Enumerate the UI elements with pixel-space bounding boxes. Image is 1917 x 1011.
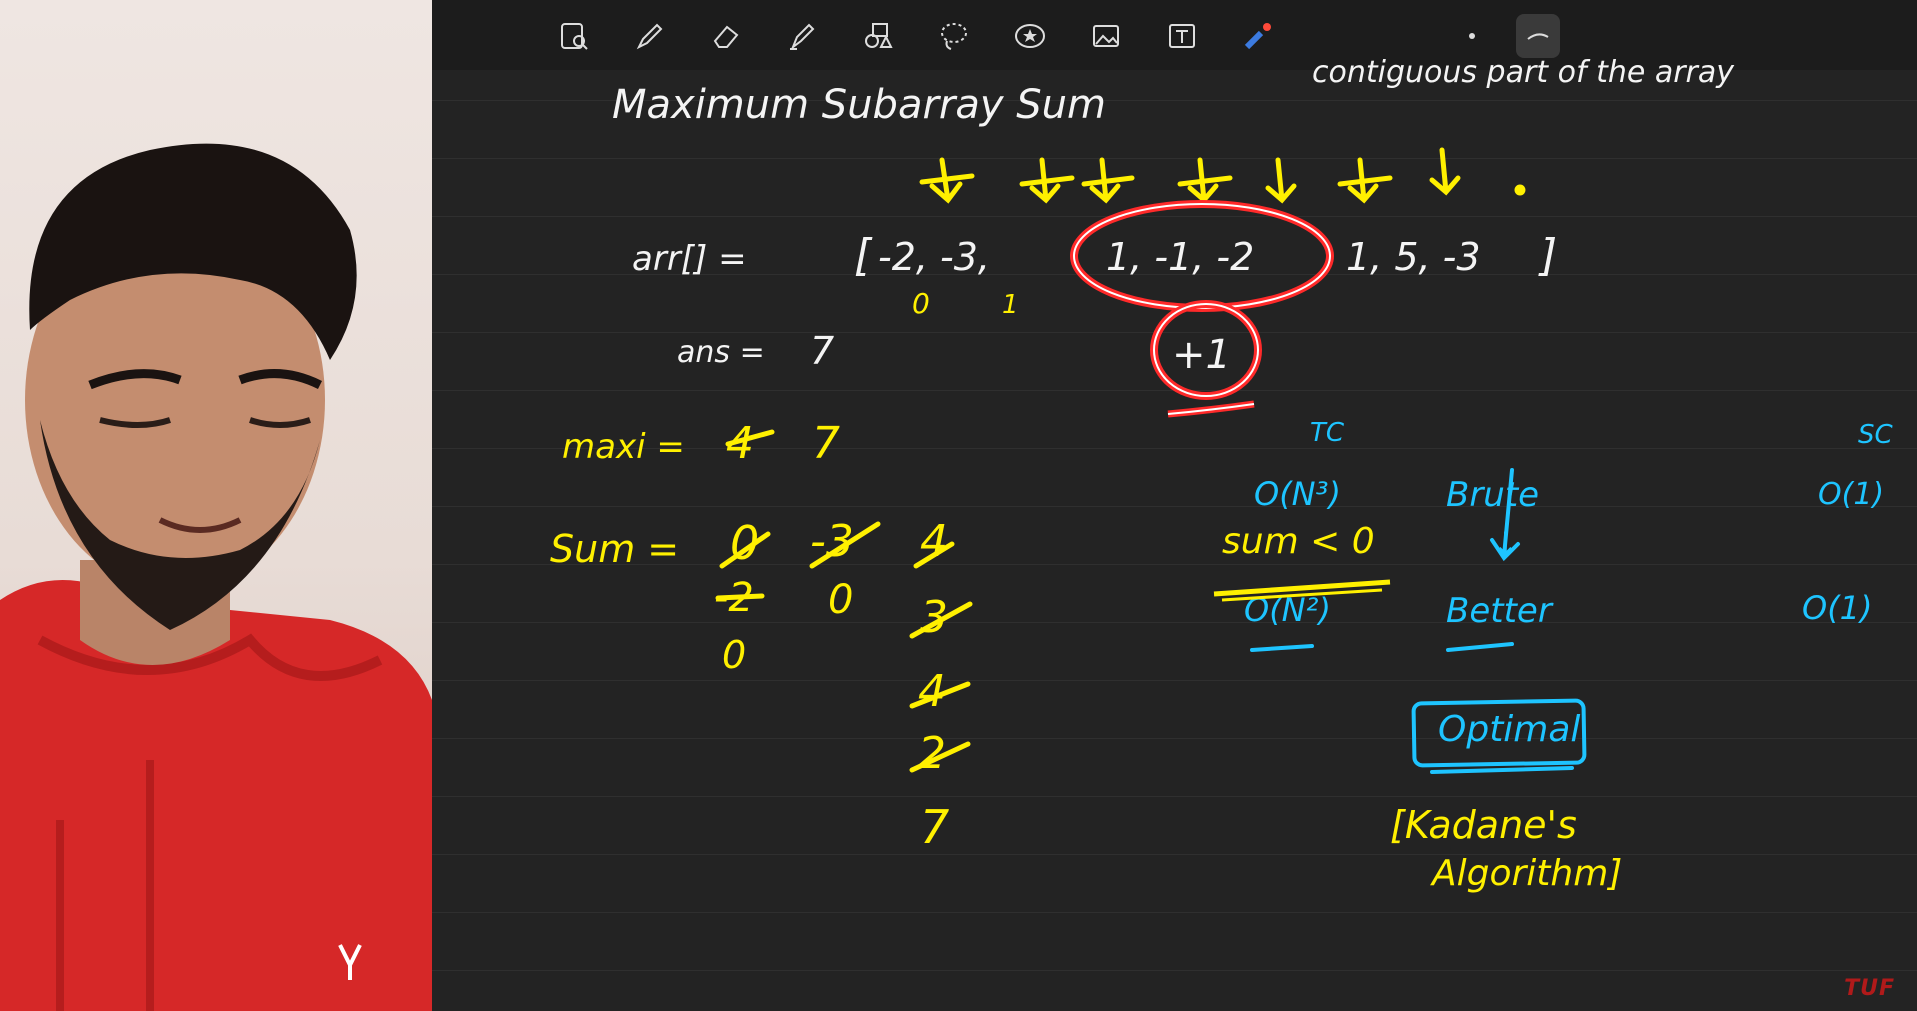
optimal-box [1411, 698, 1587, 768]
notes-canvas[interactable]: Maximum Subarray Sum contiguous part of … [432, 0, 1917, 1011]
webcam-feed [0, 0, 432, 1011]
ink-strokes [715, 147, 1587, 774]
array-pointer-arrows [919, 147, 1526, 204]
channel-watermark: TUF [1844, 976, 1895, 1001]
presenter-video [0, 143, 432, 1011]
strike-throughs [715, 429, 973, 773]
